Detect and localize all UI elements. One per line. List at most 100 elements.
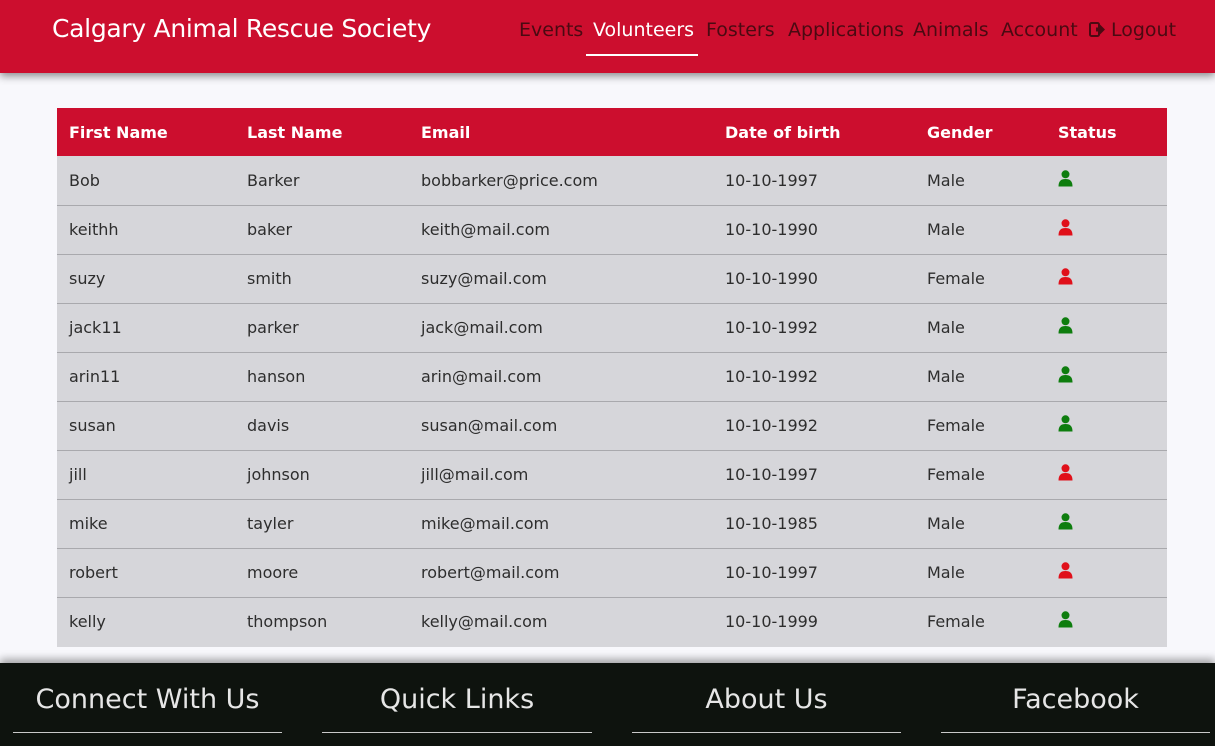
last-name-cell: hanson <box>247 367 306 386</box>
last-name-cell: thompson <box>247 612 328 632</box>
footer-connect-with-us[interactable]: Connect With Us <box>13 663 282 733</box>
table-row[interactable]: suzy smith suzy@mail.com 10-10-1990 Female <box>57 254 1167 303</box>
table-row[interactable]: kelly thompson kelly@mail.com 10-10-1999 Fem… <box>57 597 1167 646</box>
gender-cell: Male <box>927 563 965 582</box>
first-name-cell: jill <box>69 465 87 484</box>
first-name-cell: Bob <box>69 170 100 190</box>
email-cell: kelly@mail.com <box>421 612 548 632</box>
nav-item-events[interactable]: Events <box>519 19 583 41</box>
column-header-last-name[interactable]: Last Name <box>235 108 409 156</box>
email-cell: bobbarker@price.com <box>421 170 598 190</box>
status-cell <box>1046 254 1167 303</box>
last-name-cell: Barker <box>247 170 300 190</box>
user-status-icon[interactable] <box>1058 562 1073 579</box>
date-of-birth-cell: 10-10-1990 <box>725 220 818 239</box>
column-header-gender[interactable]: Gender <box>915 108 1046 156</box>
date-of-birth-cell: 10-10-1992 <box>725 367 818 386</box>
gender-cell: Male <box>927 220 965 239</box>
user-status-icon[interactable] <box>1058 464 1073 481</box>
user-status-icon[interactable] <box>1058 170 1073 187</box>
nav-item-logout[interactable]: Logout <box>1089 19 1176 41</box>
first-name-cell: suzy <box>69 269 106 288</box>
table-row[interactable]: susan davis susan@mail.com 10-10-1992 Female <box>57 401 1167 450</box>
table-row[interactable]: robert moore robert@mail.com 10-10-1997 Male <box>57 548 1167 597</box>
gender-cell: Male <box>927 170 965 190</box>
table-row[interactable]: keithh baker keith@mail.com 10-10-1990 Male <box>57 205 1167 254</box>
logout-label: Logout <box>1111 19 1177 41</box>
user-status-icon[interactable] <box>1058 268 1073 285</box>
email-cell: jack@mail.com <box>421 318 543 337</box>
gender-cell: Female <box>927 612 985 632</box>
table-row[interactable]: jack11 parker jack@mail.com 10-10-1992 Male <box>57 303 1167 352</box>
first-name-cell: mike <box>69 514 108 533</box>
table-row[interactable]: jill johnson jill@mail.com 10-10-1997 Female <box>57 450 1167 499</box>
date-of-birth-cell: 10-10-1999 <box>725 612 818 632</box>
table-row[interactable]: mike tayler mike@mail.com 10-10-1985 Male <box>57 499 1167 548</box>
last-name-cell: davis <box>247 416 290 435</box>
last-name-cell: moore <box>247 563 299 582</box>
date-of-birth-cell: 10-10-1997 <box>725 563 818 582</box>
gender-cell: Female <box>927 269 985 288</box>
nav-item-account[interactable]: Account <box>1001 19 1078 41</box>
logout-icon <box>1089 21 1106 38</box>
column-header-email[interactable]: Email <box>409 108 713 156</box>
first-name-cell: arin11 <box>69 367 121 386</box>
status-cell <box>1046 450 1167 499</box>
email-cell: arin@mail.com <box>421 367 542 386</box>
user-status-icon[interactable] <box>1058 611 1073 628</box>
nav-item-volunteers[interactable]: Volunteers <box>593 19 694 41</box>
first-name-cell: susan <box>69 416 116 435</box>
last-name-cell: smith <box>247 269 292 288</box>
first-name-cell: robert <box>69 563 118 582</box>
column-header-status[interactable]: Status <box>1046 108 1167 156</box>
email-cell: jill@mail.com <box>421 465 529 484</box>
status-cell <box>1046 401 1167 450</box>
gender-cell: Male <box>927 318 965 337</box>
status-cell <box>1046 156 1167 205</box>
nav-item-fosters[interactable]: Fosters <box>706 19 775 41</box>
footer-about-us[interactable]: About Us <box>632 663 901 733</box>
first-name-cell: kelly <box>69 612 106 632</box>
volunteers-table-container: First Name Last Name Email Date of birth… <box>57 108 1167 647</box>
column-header-date-of-birth[interactable]: Date of birth <box>713 108 915 156</box>
user-status-icon[interactable] <box>1058 317 1073 334</box>
email-cell: mike@mail.com <box>421 514 550 533</box>
user-status-icon[interactable] <box>1058 415 1073 432</box>
nav-item-animals[interactable]: Animals <box>913 19 989 41</box>
nav-item-applications[interactable]: Applications <box>788 19 904 41</box>
status-cell <box>1046 499 1167 548</box>
date-of-birth-cell: 10-10-1985 <box>725 514 818 533</box>
status-cell <box>1046 597 1167 646</box>
email-cell: susan@mail.com <box>421 416 558 435</box>
email-cell: robert@mail.com <box>421 563 560 582</box>
gender-cell: Female <box>927 416 985 435</box>
gender-cell: Female <box>927 465 985 484</box>
table-row[interactable]: Bob Barker bobbarker@price.com 10-10-1997 Ma… <box>57 156 1167 205</box>
date-of-birth-cell: 10-10-1997 <box>725 170 818 190</box>
last-name-cell: tayler <box>247 514 294 533</box>
user-status-icon[interactable] <box>1058 513 1073 530</box>
table-header-row: First Name Last Name Email Date of birth… <box>57 108 1167 156</box>
first-name-cell: keithh <box>69 220 119 239</box>
gender-cell: Male <box>927 514 965 533</box>
first-name-cell: jack11 <box>69 318 122 337</box>
email-cell: keith@mail.com <box>421 220 550 239</box>
last-name-cell: baker <box>247 220 293 239</box>
last-name-cell: johnson <box>247 465 310 484</box>
status-cell <box>1046 548 1167 597</box>
footer-facebook[interactable]: Facebook <box>941 663 1210 733</box>
table-row[interactable]: arin11 hanson arin@mail.com 10-10-1992 Male <box>57 352 1167 401</box>
user-status-icon[interactable] <box>1058 366 1073 383</box>
active-nav-indicator <box>586 54 698 56</box>
date-of-birth-cell: 10-10-1992 <box>725 416 818 435</box>
status-cell <box>1046 352 1167 401</box>
date-of-birth-cell: 10-10-1992 <box>725 318 818 337</box>
email-cell: suzy@mail.com <box>421 269 547 288</box>
footer: Connect With Us Quick Links About Us Fac… <box>0 663 1215 746</box>
user-status-icon[interactable] <box>1058 219 1073 236</box>
footer-quick-links[interactable]: Quick Links <box>322 663 592 733</box>
date-of-birth-cell: 10-10-1997 <box>725 465 818 484</box>
top-navbar: Calgary Animal Rescue Society Events Vol… <box>0 0 1215 73</box>
table-body: Bob Barker bobbarker@price.com 10-10-1997 Ma… <box>57 156 1167 646</box>
column-header-first-name[interactable]: First Name <box>57 108 235 156</box>
